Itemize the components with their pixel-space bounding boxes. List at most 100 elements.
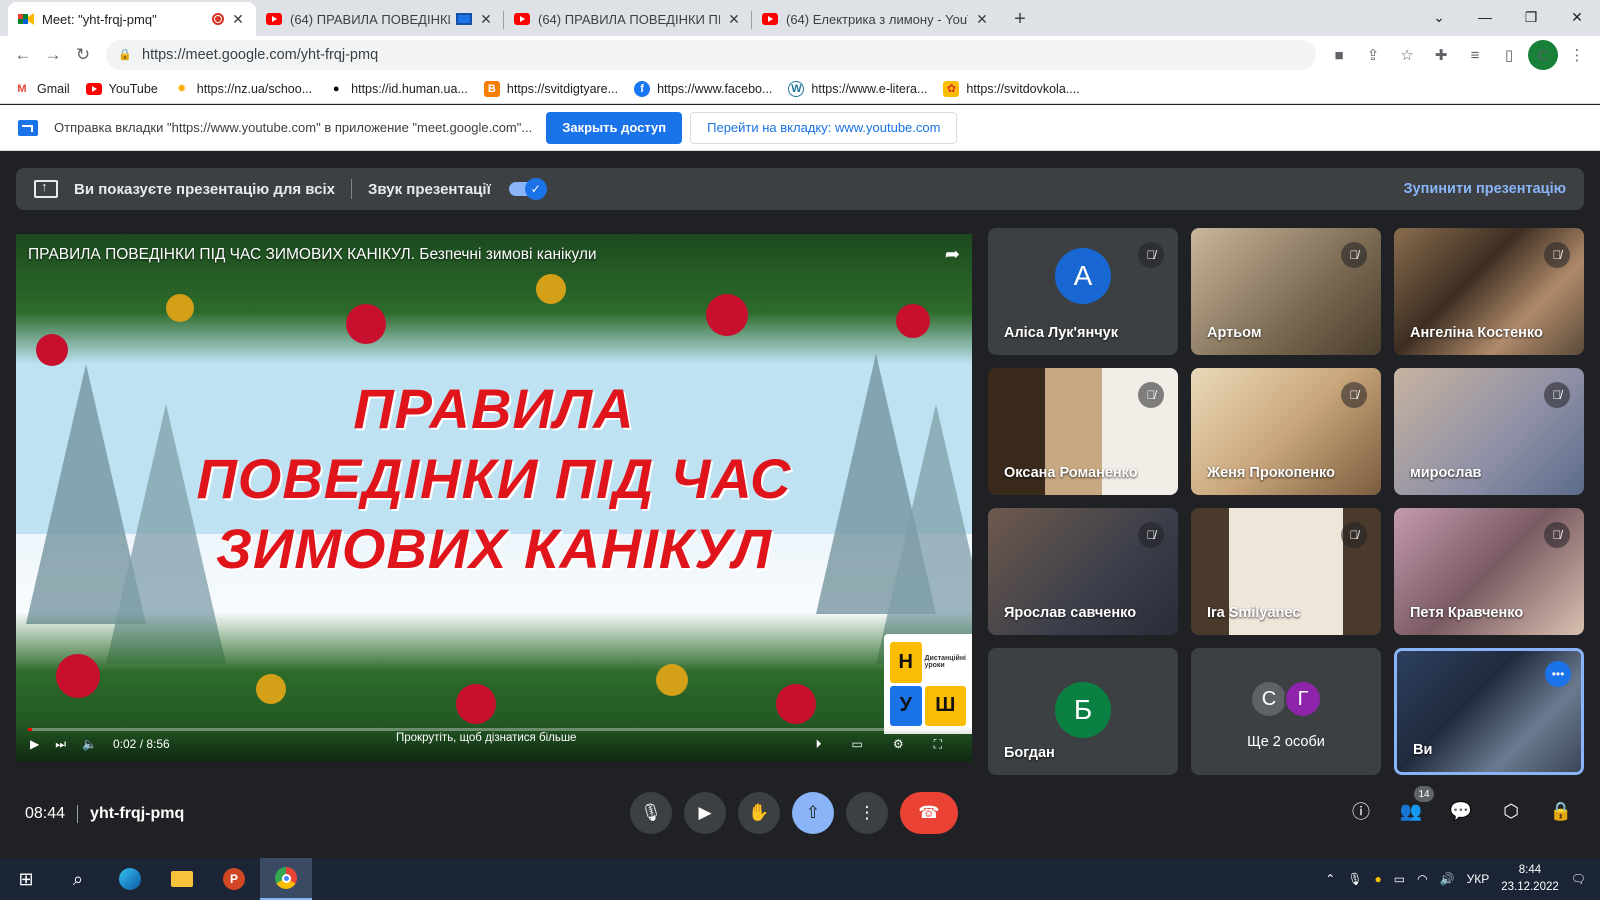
language-indicator[interactable]: УКР [1467,872,1490,886]
lock-icon[interactable]: 🔒 [118,48,132,62]
presentation-audio-toggle[interactable]: ✓ [508,178,547,200]
start-icon[interactable]: ⊞ [0,858,52,900]
participant-tile[interactable]: 🎙̸ Оксана Романенко [988,368,1178,495]
security-icon[interactable]: ● [1375,872,1382,886]
search-icon[interactable]: ⌕ [52,858,104,900]
restore-icon[interactable]: ❐ [1508,0,1554,34]
presentation-video[interactable]: ПРАВИЛА ПОВЕДІНКИ ПІД ЧАС ЗИМОВИХ КАНІКУ… [16,234,972,762]
host-controls-button[interactable]: 🔒 [1546,796,1576,826]
bookmark-star-icon[interactable]: ☆ [1392,40,1422,70]
scroll-hint: Прокрутіть, щоб дізнатися більше [396,732,577,744]
url-input[interactable] [142,47,1304,63]
present-button[interactable]: ⇧ [792,792,834,834]
media-control-icon[interactable]: ≡ [1460,40,1490,70]
check-icon: ✓ [524,178,547,200]
clock[interactable]: 8:44 23.12.2022 [1501,862,1559,896]
leave-call-button[interactable]: ☎ [900,792,958,834]
play-icon[interactable]: ▶ [30,737,39,751]
reload-icon[interactable]: ↻ [68,40,98,70]
tab-youtube-2[interactable]: (64) ПРАВИЛА ПОВЕДІНКИ ПІД ✕ [504,2,752,36]
bookmark-svitdovkola[interactable]: ✿ https://svitdovkola.... [943,80,1080,97]
extensions-icon[interactable]: ✚ [1426,40,1456,70]
bookmark-facebook[interactable]: f https://www.facebo... [634,80,772,97]
people-button[interactable]: 👥 14 [1396,786,1434,826]
close-tab-icon[interactable]: ✕ [478,11,494,28]
tab-meet[interactable]: Meet: "yht-frqj-pmq" ✕ [8,2,256,36]
avatar: Г [1284,680,1322,718]
avatar: Б [1055,681,1111,738]
participant-tile[interactable]: 🎙̸ Артьом [1191,228,1381,355]
meeting-details-button[interactable]: ⓘ [1346,796,1376,826]
video-progress[interactable] [28,728,960,731]
close-window-icon[interactable]: ✕ [1554,0,1600,34]
presentation-bar: Ви показуєте презентацію для всіх Звук п… [16,168,1584,210]
camera-button[interactable]: ▶ [684,792,726,834]
autoplay-icon[interactable]: ⏵ [815,737,821,752]
powerpoint-icon[interactable]: P [208,858,260,900]
chrome-icon[interactable] [260,858,312,900]
notifications-icon[interactable]: 🗨 [1571,872,1586,886]
bookmark-youtube[interactable]: YouTube [85,81,158,97]
more-options-icon[interactable]: ••• [1545,661,1571,687]
participant-tile[interactable]: 🎙̸ Женя Прокопенко [1191,368,1381,495]
tab-youtube-3[interactable]: (64) Електрика з лимону - YouTube ✕ [752,2,1000,36]
forward-icon[interactable]: → [38,40,68,70]
tab-search-icon[interactable]: ⌄ [1416,0,1462,34]
meeting-code: yht-frqj-pmq [90,805,185,822]
minimize-icon[interactable]: — [1462,0,1508,34]
close-tab-icon[interactable]: ✕ [726,11,742,28]
wordpress-icon: W [788,80,805,97]
close-tab-icon[interactable]: ✕ [974,11,990,28]
raise-hand-button[interactable]: ✋ [738,792,780,834]
bookmark-human[interactable]: ● https://id.human.ua... [328,81,468,97]
share-arrow-icon[interactable]: ➦ [945,244,960,265]
bookmark-svitdigtyare[interactable]: Bhttps://svitdigtyare... [483,80,618,97]
bookmark-e-litera[interactable]: Whttps://www.e-litera... [788,80,927,97]
battery-icon[interactable]: ▭ [1394,872,1405,886]
participant-tile[interactable]: A 🎙̸ Аліса Лук'янчук [988,228,1178,355]
edge-icon[interactable] [104,858,156,900]
close-access-button[interactable]: Закрыть доступ [546,111,683,144]
file-explorer-icon[interactable] [156,858,208,900]
tab-title: (64) ПРАВИЛА ПОВЕДІНКИ ПІД [538,11,720,27]
share-icon[interactable]: ⇪ [1358,40,1388,70]
chat-button[interactable]: 💬 [1446,796,1476,826]
participant-tile[interactable]: Б Богдан [988,648,1178,775]
camera-in-use-icon[interactable]: ■ [1324,40,1354,70]
participant-tile[interactable]: 🎙̸ Ira Smilyanec [1191,508,1381,635]
others-tile[interactable]: С Г Ще 2 особи [1191,648,1381,775]
address-bar[interactable]: 🔒 [106,40,1316,70]
next-icon[interactable]: ⏭ [55,737,66,752]
lock-person-icon: 🔒 [1549,800,1573,821]
participant-tile[interactable]: 🎙̸ Ангеліна Костенко [1394,228,1584,355]
menu-icon[interactable]: ⋮ [1562,40,1592,70]
speaker-icon[interactable]: 🔊 [1440,872,1455,886]
back-icon[interactable]: ← [8,40,38,70]
avatar[interactable]: C [1528,40,1558,70]
participant-tile[interactable]: 🎙̸ мирослав [1394,368,1584,495]
bookmark-gmail[interactable]: M Gmail [14,81,69,97]
fullscreen-icon[interactable]: ⛶ [934,737,942,752]
tab-youtube-1[interactable]: (64) ПРАВИЛА ПОВЕДІНКИ ✕ [256,2,504,36]
participant-name: Ira Smilyanec [1207,605,1301,621]
participant-name: Женя Прокопенко [1207,465,1335,481]
meet-icon [18,11,34,27]
wifi-icon[interactable]: ◠ [1417,872,1427,886]
show-hidden-icons-icon[interactable]: ⌃ [1325,872,1335,886]
new-tab-button[interactable]: + [1006,5,1034,33]
more-options-button[interactable]: ⋮ [846,792,888,834]
side-panel-icon[interactable]: ▯ [1494,40,1524,70]
activities-button[interactable]: ⬡ [1496,796,1526,826]
participant-tile[interactable]: 🎙̸ Петя Кравченко [1394,508,1584,635]
bookmark-nz[interactable]: ✹ https://nz.ua/schoo... [174,81,312,97]
settings-icon[interactable]: ⚙ [893,737,904,752]
goto-tab-button[interactable]: Перейти на вкладку: www.youtube.com [690,111,958,144]
stop-presentation-button[interactable]: Зупинити презентацію [1403,181,1566,197]
microphone-tray-icon[interactable]: 🎙 [1347,872,1362,886]
participant-tile[interactable]: 🎙̸ Ярослав савченко [988,508,1178,635]
self-tile[interactable]: ••• Ви [1394,648,1584,775]
volume-icon[interactable]: 🔈 [82,737,97,751]
close-tab-icon[interactable]: ✕ [230,11,246,28]
microphone-button[interactable]: 🎙 [630,792,672,834]
subtitles-icon[interactable]: ▭ [851,737,862,752]
